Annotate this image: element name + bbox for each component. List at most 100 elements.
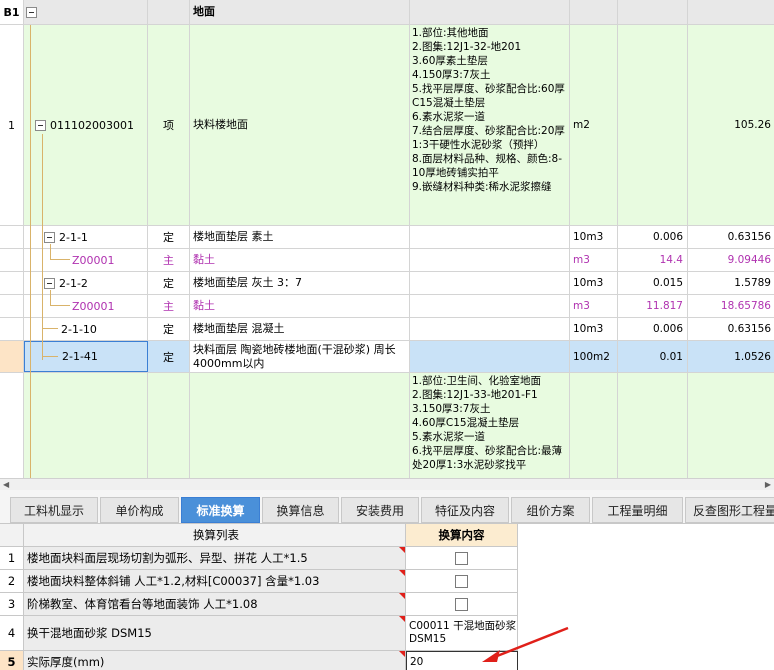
quota-name: 楼地面垫层 素土	[190, 226, 410, 248]
section-collapse[interactable]	[24, 0, 148, 24]
conversion-label: 楼地面块料面层现场切割为弧形、异型、拼花 人工*1.5	[24, 547, 406, 570]
header-conversion-list: 换算列表	[24, 524, 406, 547]
tab-standard-conversion[interactable]: 标准换算	[181, 497, 260, 523]
tab-labor-material[interactable]: 工料机显示	[10, 497, 98, 523]
quota-type: 定	[148, 272, 190, 294]
tab-install-fee[interactable]: 安装费用	[341, 497, 419, 523]
item-description: 1.部位:卫生间、化验室地面 2.图集:12J1-33-地201-F1 3.15…	[410, 373, 570, 478]
material-desc	[410, 249, 570, 271]
material-name: 黏土	[190, 295, 410, 317]
item-unit	[570, 373, 618, 478]
header-conversion-content: 换算内容	[406, 524, 518, 547]
material-name: 黏土	[190, 249, 410, 271]
tab-conversion-info[interactable]: 换算信息	[262, 497, 339, 523]
collapse-icon[interactable]	[44, 231, 55, 243]
conversion-label: 楼地面块料整体斜铺 人工*1.2,材料[C00037] 含量*1.03	[24, 570, 406, 593]
row-number	[0, 226, 24, 248]
quota-name: 楼地面垫层 灰土 3：7	[190, 272, 410, 294]
tree-connector	[42, 356, 58, 357]
desc-line: 5.素水泥浆一道	[412, 431, 486, 443]
desc-line: 6.找平层厚度、砂浆配合比:最薄处20厚1:3水泥砂浆找平	[412, 445, 563, 471]
row-number	[0, 272, 24, 294]
desc-line: 5.找平层厚度、砂浆配合比:60厚C15混凝土垫层	[412, 83, 565, 109]
item-qty	[618, 373, 688, 478]
collapse-icon[interactable]	[35, 119, 46, 131]
detail-tab-bar: 工料机显示 单价构成 标准换算 换算信息 安装费用 特征及内容 组价方案 工程量…	[0, 490, 774, 524]
desc-line: 3.60厚素土垫层	[412, 55, 488, 67]
comment-marker-icon	[399, 616, 405, 622]
row-number: 2	[0, 570, 24, 593]
comment-marker-icon	[399, 547, 405, 553]
table-row[interactable]: 2-1-10 定 楼地面垫层 混凝土 10m3 0.006 0.63156	[0, 318, 774, 341]
item-total: 105.26	[734, 119, 771, 131]
desc-line: 1.部位:其他地面	[412, 27, 489, 39]
tab-pricing-scheme[interactable]: 组价方案	[511, 497, 590, 523]
conversion-checkbox[interactable]	[455, 597, 468, 611]
quota-desc	[410, 272, 570, 294]
tree-connector	[30, 25, 31, 478]
material-qty: 11.817	[618, 295, 688, 317]
selected-table-row[interactable]: 2-1-41 定 块料面层 陶瓷地砖楼地面(干混砂浆) 周长4000mm以内 1…	[0, 341, 774, 373]
desc-line: 2.图集:12J1-32-地201	[412, 41, 522, 53]
annotation-arrow-icon	[482, 626, 569, 662]
table-row[interactable]: 1 011102003001 项 块料楼地面 1.部位:其他地面 2.图集:12…	[0, 25, 774, 226]
desc-line: 4.60厚C15混凝土垫层	[412, 417, 520, 429]
section-unit	[570, 0, 618, 24]
tab-unit-price[interactable]: 单价构成	[100, 497, 179, 523]
item-type: 项	[148, 25, 190, 225]
quota-total: 1.0526	[734, 350, 771, 363]
horizontal-scrollbar[interactable]: ◀ ▶	[0, 478, 774, 490]
scroll-left-icon[interactable]: ◀	[3, 480, 9, 489]
row-number	[0, 341, 24, 372]
quota-unit: 10m3	[570, 272, 618, 294]
tab-quantity-detail[interactable]: 工程量明细	[592, 497, 683, 523]
row-number	[0, 318, 24, 340]
collapse-icon[interactable]	[44, 277, 55, 289]
table-row[interactable]: 2-1-1 定 楼地面垫层 素土 10m3 0.006 0.63156	[0, 226, 774, 249]
row-number	[0, 373, 24, 478]
tree-connector	[50, 290, 51, 306]
scroll-right-icon[interactable]: ▶	[765, 480, 771, 489]
material-qty: 14.4	[618, 249, 688, 271]
tab-features[interactable]: 特征及内容	[421, 497, 509, 523]
desc-line: 3.150厚3:7灰土	[412, 403, 491, 415]
table-row[interactable]: 1.部位:卫生间、化验室地面 2.图集:12J1-33-地201-F1 3.15…	[0, 373, 774, 478]
quota-name: 楼地面垫层 混凝土	[190, 318, 410, 340]
quota-desc	[410, 226, 570, 248]
material-type: 主	[148, 249, 190, 271]
estimate-grid: B1 地面 1 011102003001 项 块料楼地面 1.部位:其他地面 2…	[0, 0, 774, 478]
collapse-icon[interactable]	[26, 6, 37, 18]
comment-marker-icon	[399, 651, 405, 657]
quota-desc	[410, 341, 570, 372]
section-header-row[interactable]: B1 地面	[0, 0, 774, 25]
conversion-checkbox-cell[interactable]	[406, 593, 518, 616]
quota-qty: 0.015	[618, 272, 688, 294]
quota-code: 2-1-2	[59, 276, 88, 290]
conversion-checkbox-cell[interactable]	[406, 570, 518, 593]
conversion-label-text: 楼地面块料整体斜铺 人工*1.2,材料[C00037] 含量*1.03	[27, 574, 320, 588]
conversion-label: 阶梯教室、体育馆看台等地面装饰 人工*1.08	[24, 593, 406, 616]
item-code-cell[interactable]	[24, 373, 148, 478]
row-number: 1	[0, 25, 24, 225]
desc-line: 9.嵌缝材料种类:稀水泥浆擦缝	[412, 181, 552, 193]
conversion-checkbox[interactable]	[455, 574, 468, 588]
tree-connector	[50, 244, 51, 260]
table-row[interactable]: 2-1-2 定 楼地面垫层 灰土 3：7 10m3 0.015 1.5789	[0, 272, 774, 295]
table-row[interactable]: Z00001 主 黏土 m3 11.817 18.65786	[0, 295, 774, 318]
row-number	[0, 249, 24, 271]
row-number	[0, 295, 24, 317]
quota-total: 0.63156	[727, 323, 771, 335]
quota-unit: 100m2	[570, 341, 618, 372]
conversion-checkbox-cell[interactable]	[406, 547, 518, 570]
desc-line: 8.面层材料品种、规格、颜色:8-10厚地砖铺实拍平	[412, 153, 563, 179]
item-unit: m2	[570, 25, 618, 225]
table-row[interactable]: Z00001 主 黏土 m3 14.4 9.09446	[0, 249, 774, 272]
tree-connector	[42, 328, 58, 329]
tab-reverse-lookup[interactable]: 反查图形工程量	[685, 497, 774, 523]
quota-unit: 10m3	[570, 318, 618, 340]
conversion-label-text: 楼地面块料面层现场切割为弧形、异型、拼花 人工*1.5	[27, 551, 308, 565]
quota-qty: 0.006	[618, 318, 688, 340]
quota-name[interactable]: 块料面层 陶瓷地砖楼地面(干混砂浆) 周长4000mm以内	[190, 341, 410, 372]
tree-connector	[50, 305, 70, 306]
conversion-checkbox[interactable]	[455, 551, 468, 565]
